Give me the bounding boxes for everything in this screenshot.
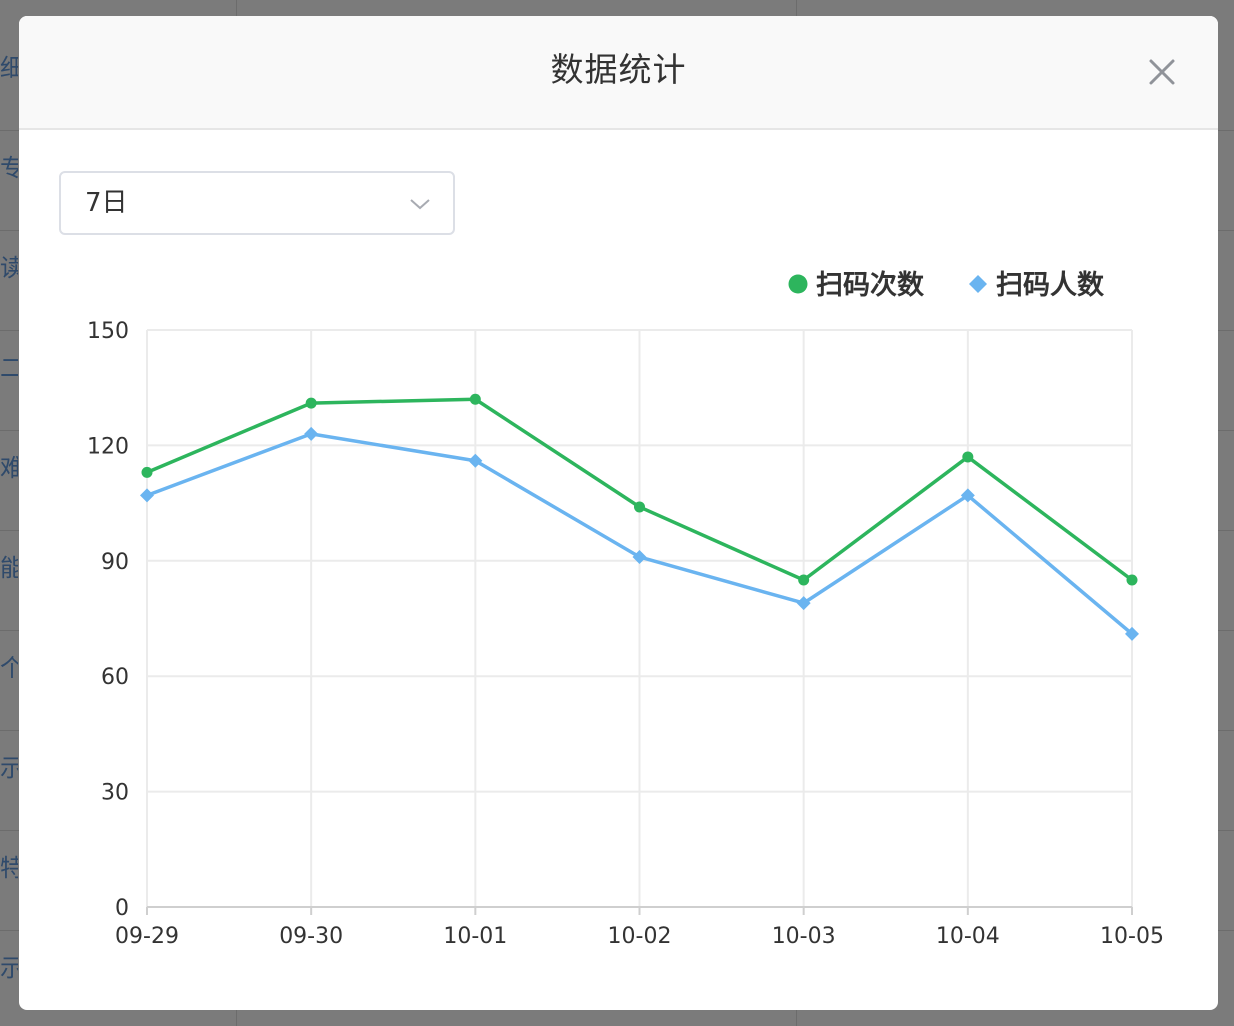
legend-label: 扫码人数	[996, 270, 1105, 301]
y-tick-label: 0	[115, 896, 129, 921]
y-tick-label: 90	[101, 550, 129, 575]
background-cell-text: 难	[0, 454, 18, 482]
background-cell-text: 能	[0, 554, 18, 582]
y-tick-label: 150	[87, 319, 129, 344]
data-point-circle	[798, 574, 810, 586]
background-cell-text: 读	[0, 254, 18, 282]
x-tick-label: 10-04	[936, 924, 1000, 949]
data-point-diamond	[304, 426, 319, 441]
legend-marker-diamond	[969, 275, 987, 293]
y-tick-label: 120	[87, 434, 129, 459]
data-point-circle	[469, 393, 481, 405]
data-point-circle	[1126, 574, 1138, 586]
data-point-circle	[305, 397, 317, 409]
background-cell-text: 二	[0, 354, 18, 382]
legend-label: 扫码次数	[816, 270, 925, 301]
background-cell-text: 个	[0, 654, 18, 682]
data-point-diamond	[632, 549, 647, 564]
statistics-dialog: 数据统计 7日 0 30 60 90 120 150 09-29 09-30 10-01 10-0…	[19, 16, 1218, 1010]
y-tick-label: 60	[101, 665, 129, 690]
line-chart: 0 30 60 90 120 150 09-29 09-30 10-01 10-02 10-03 10…	[87, 270, 1164, 949]
data-point-circle	[141, 466, 153, 478]
data-point-diamond	[140, 488, 154, 503]
legend-marker-circle	[788, 274, 808, 294]
background-cell-text: 细	[0, 54, 18, 82]
data-point-diamond	[468, 453, 483, 468]
x-tick-label: 09-30	[279, 924, 343, 949]
x-tick-label: 10-01	[443, 924, 507, 949]
data-point-circle	[962, 451, 974, 463]
background-cell-text: 专	[0, 154, 18, 182]
x-tick-label: 10-05	[1100, 924, 1164, 949]
x-tick-label: 09-29	[115, 924, 179, 949]
data-point-circle	[634, 501, 645, 513]
x-tick-label: 10-02	[608, 924, 672, 949]
background-cell-text: 特	[0, 854, 18, 882]
y-tick-label: 30	[101, 781, 129, 806]
x-tick-label: 10-03	[772, 924, 836, 949]
background-cell-text: 示	[0, 754, 18, 782]
background-cell-text: 示	[0, 954, 18, 982]
